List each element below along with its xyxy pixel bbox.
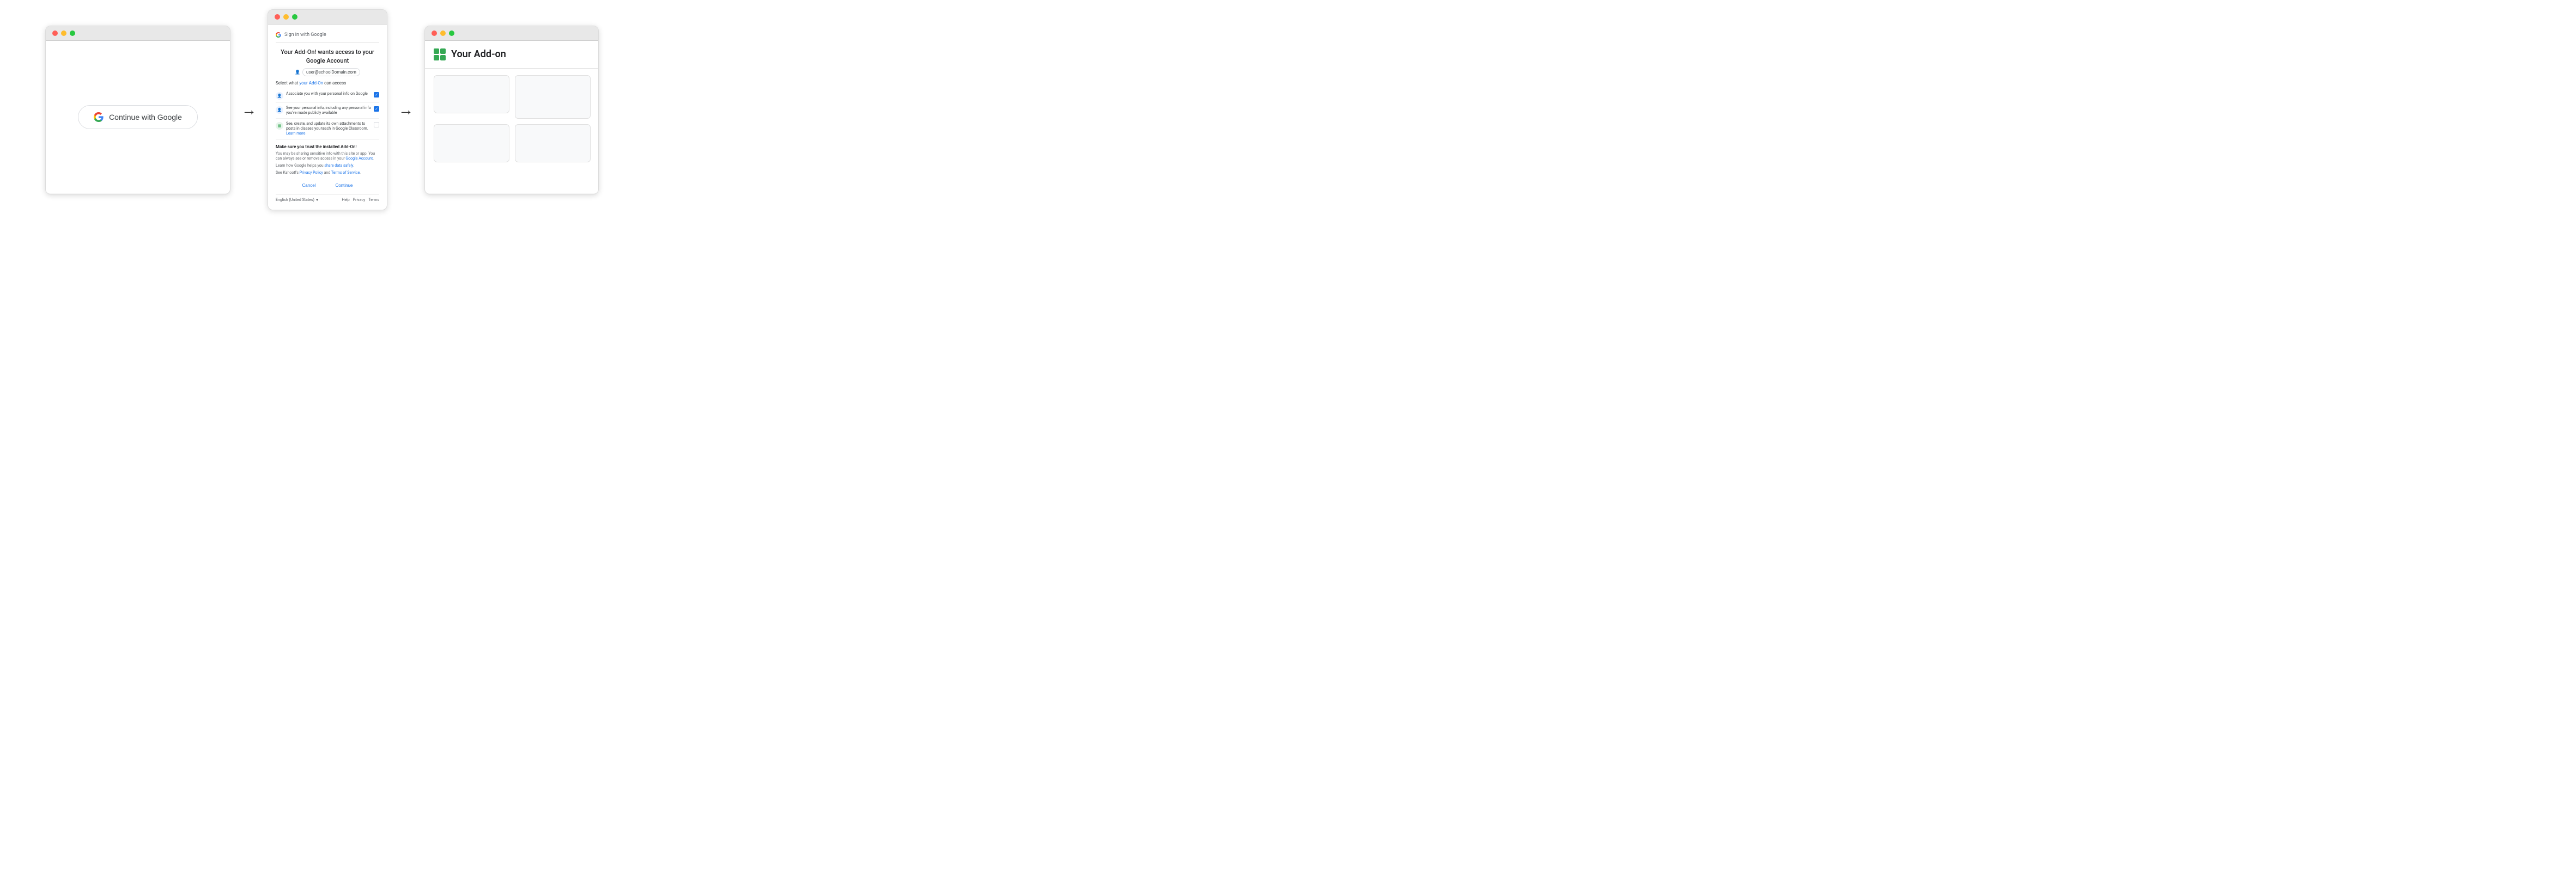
dot-yellow-1 (61, 31, 66, 36)
dot-red-2 (275, 14, 280, 20)
auth-subtitle-pre: Select what (276, 81, 299, 86)
dot-green-3 (449, 31, 454, 36)
trust-text-3: See Kahoot!'s Privacy Policy and Terms o… (276, 170, 379, 176)
auth-dialog: Sign in with Google Your Add-On! wants a… (268, 25, 387, 209)
footer-privacy-link[interactable]: Privacy (353, 198, 366, 202)
dot-green-1 (70, 31, 75, 36)
addon-icon-cell-2 (440, 48, 446, 54)
addon-title: Your Add-on (451, 48, 506, 60)
google-account-link[interactable]: Google Account (345, 156, 373, 161)
addon-icon-cell-1 (434, 48, 439, 54)
auth-subtitle: Select what your Add-On can access (276, 81, 379, 86)
titlebar-2 (268, 10, 387, 25)
privacy-policy-link[interactable]: Privacy Policy (300, 170, 323, 175)
permission-1-checkbox[interactable] (374, 92, 379, 97)
arrow-2: → (387, 101, 424, 119)
browser-window-3: Your Add-on (424, 26, 599, 194)
browser-window-1: Continue with Google (45, 26, 230, 194)
auth-email-address: user@schoolDomain.com (302, 68, 360, 76)
permission-3: ▦ See, create, and update its own attach… (276, 119, 379, 139)
browser-window-2: Sign in with Google Your Add-On! wants a… (268, 9, 387, 210)
auth-action-buttons: Cancel Continue (276, 180, 379, 191)
permission-2-text: See your personal info, including any pe… (286, 106, 371, 115)
permission-1-icon: 👤 (276, 92, 283, 100)
addon-logo-icon (434, 48, 446, 60)
permission-1-text: Associate you with your personal info on… (286, 92, 371, 96)
trust-text-1: You may be sharing sensitive info with t… (276, 151, 379, 162)
footer-terms-link[interactable]: Terms (368, 198, 379, 202)
google-logo-icon (94, 112, 104, 122)
permission-3-checkbox[interactable] (374, 122, 379, 127)
learn-more-link[interactable]: Learn more (286, 131, 305, 136)
addon-header: Your Add-on (425, 41, 599, 69)
browser-content-1: Continue with Google (46, 41, 230, 193)
terms-of-service-link[interactable]: Terms of Service (331, 170, 360, 175)
addon-card-2 (515, 75, 591, 119)
dot-yellow-3 (440, 31, 446, 36)
auth-subtitle-post: can access (323, 81, 346, 86)
permission-2: 👤 See your personal info, including any … (276, 103, 379, 119)
addon-card-4 (515, 124, 591, 162)
permission-3-text: See, create, and update its own attachme… (286, 121, 371, 136)
permission-2-icon: 👤 (276, 106, 283, 114)
footer-links: Help Privacy Terms (342, 198, 379, 202)
auth-email-container: 👤 user@schoolDomain.com (276, 68, 379, 76)
auth-dialog-header: Sign in with Google (276, 32, 379, 42)
trust-text-2: Learn how Google helps you share data sa… (276, 163, 379, 169)
trust-title: Make sure you trust the installed Add-On… (276, 144, 379, 149)
auth-subtitle-link[interactable]: your Add-On (299, 81, 323, 86)
permission-3-icon: ▦ (276, 122, 283, 130)
permission-1-icon-glyph: 👤 (277, 94, 282, 98)
permission-2-checkbox[interactable] (374, 106, 379, 112)
dot-yellow-2 (283, 14, 289, 20)
addon-card-3 (434, 124, 509, 162)
auth-dialog-title: Your Add-On! wants access to your Google… (276, 48, 379, 65)
cancel-button[interactable]: Cancel (295, 180, 324, 191)
dot-green-2 (292, 14, 297, 20)
permission-3-icon-glyph: ▦ (278, 124, 282, 128)
permission-2-icon-glyph: 👤 (277, 108, 282, 112)
auth-continue-button[interactable]: Continue (327, 180, 360, 191)
titlebar-1 (46, 26, 230, 41)
auth-header-text: Sign in with Google (284, 32, 326, 38)
auth-footer: English (United States) ▼ Help Privacy T… (276, 194, 379, 202)
addon-content-area (425, 69, 599, 169)
browser-content-3: Your Add-on (425, 41, 599, 193)
permission-1: 👤 Associate you with your personal info … (276, 89, 379, 103)
trust-section: Make sure you trust the installed Add-On… (276, 144, 379, 176)
addon-icon-cell-4 (440, 55, 446, 60)
footer-help-link[interactable]: Help (342, 198, 349, 202)
browser-content-2: Sign in with Google Your Add-On! wants a… (268, 25, 387, 209)
titlebar-3 (425, 26, 598, 41)
dot-red-1 (52, 31, 58, 36)
google-small-icon (276, 32, 281, 38)
continue-with-google-button[interactable]: Continue with Google (78, 105, 198, 129)
addon-card-1 (434, 75, 509, 113)
share-data-link[interactable]: share data safely (324, 163, 353, 168)
footer-language[interactable]: English (United States) ▼ (276, 198, 337, 202)
continue-button-label: Continue with Google (109, 113, 182, 121)
arrow-1: → (230, 101, 268, 119)
dot-red-3 (432, 31, 437, 36)
addon-icon-cell-3 (434, 55, 439, 60)
